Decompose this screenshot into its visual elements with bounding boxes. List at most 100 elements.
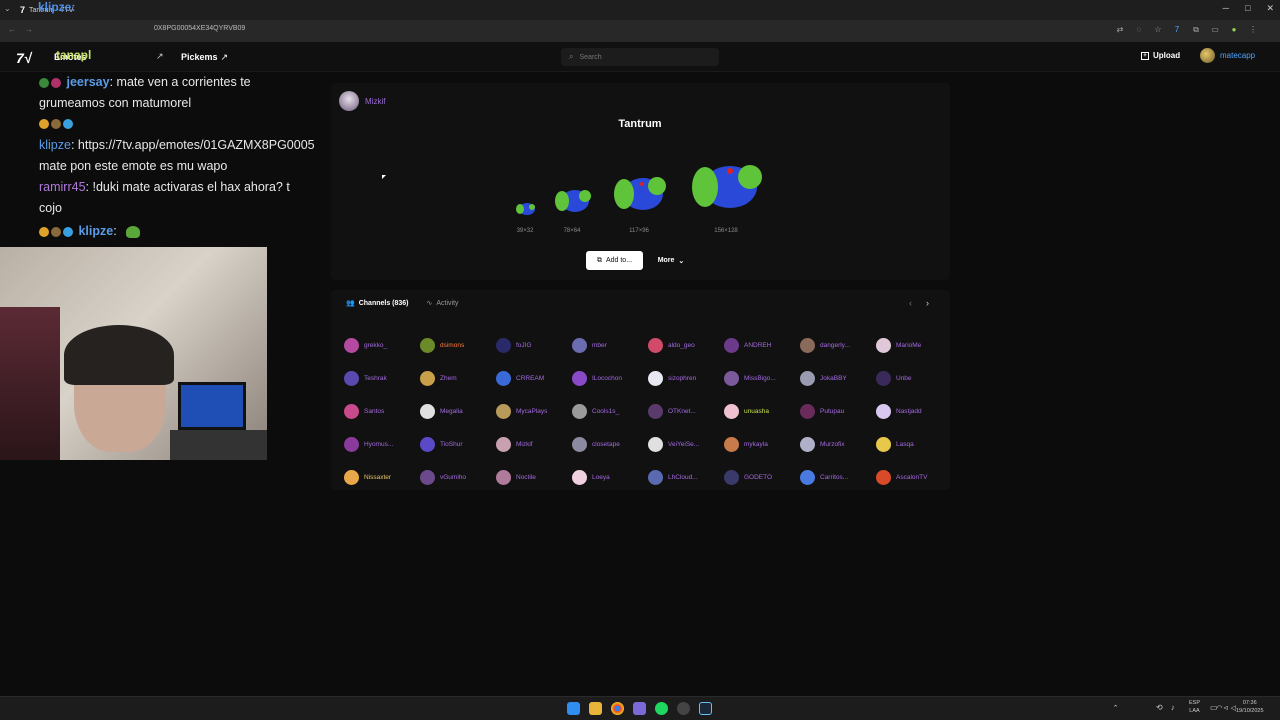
volume-icon[interactable]: ◃ — [1224, 703, 1228, 712]
chevron-right-icon[interactable]: › — [926, 298, 929, 308]
channel-item[interactable]: ANDREH — [724, 329, 800, 362]
close-window-button[interactable]: ✕ — [1266, 3, 1274, 14]
search-input[interactable]: ⌕ Search — [561, 48, 719, 66]
channel-item[interactable]: Putupau — [800, 395, 876, 428]
profile-icon[interactable]: ● — [1229, 25, 1239, 35]
chevron-up-icon[interactable]: ⌃ — [1113, 704, 1119, 712]
forward-icon[interactable]: → — [25, 25, 33, 34]
spotify-icon[interactable] — [655, 702, 668, 715]
channel-item[interactable]: dangerly... — [800, 329, 876, 362]
windows-start-icon[interactable] — [567, 702, 580, 715]
channel-item[interactable]: Loeya — [572, 461, 648, 494]
channel-item[interactable]: Lasqa — [876, 428, 952, 461]
channel-item[interactable]: TioShur — [420, 428, 496, 461]
badge-icon — [63, 226, 73, 237]
upload-button[interactable]: + Upload — [1141, 51, 1180, 60]
avatar — [572, 470, 587, 485]
7tv-logo-icon[interactable]: 7√ — [16, 50, 31, 66]
channel-item[interactable]: Noctile — [496, 461, 572, 494]
menu-icon[interactable]: ⋮ — [1248, 25, 1258, 35]
channel-item[interactable]: closetape — [572, 428, 648, 461]
chevron-left-icon[interactable]: ‹ — [909, 298, 912, 308]
channel-item[interactable]: sizophren — [648, 362, 724, 395]
badge-icon — [39, 226, 49, 237]
channel-item[interactable]: aldo_geo — [648, 329, 724, 362]
puzzle-icon[interactable]: ⧉ — [1191, 25, 1201, 35]
channel-item[interactable]: grekko_ — [344, 329, 420, 362]
channel-item[interactable]: Teshrak — [344, 362, 420, 395]
channel-item[interactable]: CRREAM — [496, 362, 572, 395]
avatar — [496, 404, 511, 419]
channel-item[interactable]: Santos — [344, 395, 420, 428]
channel-item[interactable]: MycaPlays — [496, 395, 572, 428]
channel-item[interactable]: Zhem — [420, 362, 496, 395]
channel-item[interactable]: VeiYeiSe... — [648, 428, 724, 461]
chrome-icon[interactable] — [611, 702, 624, 715]
channel-item[interactable]: ILocochon — [572, 362, 648, 395]
channel-item[interactable]: MarioMe — [876, 329, 952, 362]
emote-owner[interactable]: Mizkif — [339, 91, 385, 111]
channel-item[interactable]: Carritos... — [800, 461, 876, 494]
sidebar-icon[interactable]: ▭ — [1210, 25, 1220, 35]
star-icon[interactable]: ☆ — [1153, 25, 1163, 35]
channel-item[interactable]: Megalia — [420, 395, 496, 428]
badge-icon — [51, 226, 61, 237]
nav-pickems[interactable]: Pickems ↗ — [181, 52, 228, 63]
channel-item[interactable]: Hyomus... — [344, 428, 420, 461]
back-icon[interactable]: ← — [8, 25, 16, 34]
avatar — [1200, 48, 1215, 63]
more-button[interactable]: More ⌄ — [651, 251, 691, 270]
channel-item[interactable]: JokaBBY — [800, 362, 876, 395]
channel-item[interactable]: MissBigo... — [724, 362, 800, 395]
avatar — [420, 338, 435, 353]
channel-item[interactable]: Unbe — [876, 362, 952, 395]
tab-channels[interactable]: 👥 Channels (836) — [346, 299, 409, 308]
url-field[interactable]: 0X8PG00054XE34QYRVB09 — [154, 25, 245, 32]
clock-date: 19/10/2025 — [1236, 708, 1264, 714]
channel-item[interactable]: AscalonTV — [876, 461, 952, 494]
user-menu[interactable]: matecapp — [1200, 48, 1255, 63]
steam-icon[interactable] — [699, 702, 712, 715]
channel-item[interactable]: Cools1s_ — [572, 395, 648, 428]
channel-item[interactable]: mykayla — [724, 428, 800, 461]
mic-icon[interactable]: ♪ — [1171, 703, 1175, 712]
channel-item[interactable]: Nastjadd — [876, 395, 952, 428]
maximize-button[interactable]: □ — [1245, 3, 1250, 14]
channel-item[interactable]: GODETO — [724, 461, 800, 494]
channel-item[interactable]: Nissaxter — [344, 461, 420, 494]
eye-off-icon[interactable]: ◌ — [1134, 25, 1144, 35]
7tv-extension-icon[interactable]: 7 — [1172, 25, 1182, 35]
file-explorer-icon[interactable] — [589, 702, 602, 715]
clock[interactable]: 07:36 19/10/2025 — [1236, 699, 1264, 715]
tab-activity[interactable]: ∿ Activity — [427, 299, 459, 308]
avatar — [648, 470, 663, 485]
channel-item[interactable]: Mizkif — [496, 428, 572, 461]
channel-item[interactable]: LhCloud... — [648, 461, 724, 494]
add-to-button[interactable]: ⧉ Add to... — [586, 251, 643, 270]
network-icon[interactable]: ⟲ — [1156, 703, 1163, 712]
channel-item[interactable]: dsimons — [420, 329, 496, 362]
discord-icon[interactable] — [633, 702, 646, 715]
minimize-button[interactable]: ─ — [1223, 3, 1229, 14]
owner-name: Mizkif — [365, 96, 386, 106]
tab-activity-label: Activity — [436, 299, 459, 307]
chat-overlay-name: tanapl — [56, 48, 92, 62]
channel-item[interactable]: foJIG — [496, 329, 572, 362]
channel-item[interactable]: unuasha — [724, 395, 800, 428]
size-label: 39×32 — [516, 228, 534, 234]
obs-icon[interactable] — [677, 702, 690, 715]
translate-icon[interactable]: ⇄ — [1115, 25, 1125, 35]
avatar — [344, 338, 359, 353]
channel-name: MycaPlays — [516, 408, 548, 415]
channel-item[interactable]: Murzofix — [800, 428, 876, 461]
language-indicator[interactable]: ESP LAA — [1189, 699, 1200, 715]
channel-name: Zhem — [440, 375, 457, 382]
tab-list-icon[interactable]: ⌄ — [4, 4, 11, 13]
monitor-icon[interactable]: ▭ — [1210, 703, 1218, 712]
channel-name: ILocochon — [592, 375, 622, 382]
channel-item[interactable]: mber — [572, 329, 648, 362]
channel-item[interactable]: OTKnet... — [648, 395, 724, 428]
size-label: 156×128 — [714, 228, 738, 234]
channel-item[interactable]: vGumiho — [420, 461, 496, 494]
channel-name: vGumiho — [440, 474, 467, 481]
